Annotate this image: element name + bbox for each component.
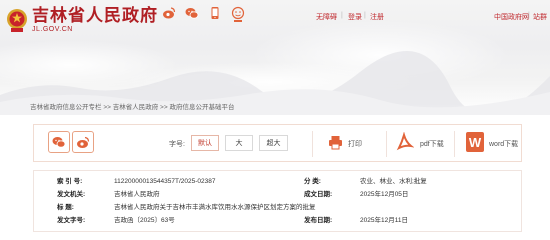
accessibility-link[interactable]: 无障碍 — [316, 12, 337, 22]
site-group-link[interactable]: 站群 — [533, 12, 547, 22]
toolbar-divider — [312, 131, 313, 157]
font-size-label: 字号: — [169, 141, 185, 148]
info-row: 标 题: 吉林省人民政府关于吉林市丰满水库饮用水水源保护区划定方案的批复 — [34, 202, 523, 213]
link-separator: | — [364, 12, 366, 19]
category-value: 农业、林业、水利;批复 — [360, 178, 427, 185]
mobile-icon[interactable] — [208, 6, 222, 20]
info-row: 索 引 号: 11220000013544357T/2025-02387 分 类… — [34, 176, 523, 187]
link-separator: | — [528, 12, 530, 19]
publish-date-label: 发布日期: — [304, 217, 333, 224]
title-value: 吉林省人民政府关于吉林市丰满水库饮用水水源保护区划定方案的批复 — [114, 204, 316, 211]
toolbar-divider — [386, 131, 387, 157]
issuer-value: 吉林省人民政府 — [114, 191, 160, 198]
publish-date-value: 2025年12月11日 — [360, 217, 408, 224]
pdf-download-button[interactable]: pdf下载 — [420, 139, 444, 149]
index-number-value: 11220000013544357T/2025-02387 — [114, 178, 216, 185]
wechat-icon[interactable] — [185, 6, 199, 20]
site-title: 吉林省人民政府 — [32, 6, 158, 26]
breadcrumb-separator: >> — [103, 104, 111, 111]
info-row: 发文字号: 吉政函〔2025〕63号 发布日期: 2025年12月11日 — [34, 215, 523, 226]
word-download-button[interactable]: word下载 — [489, 139, 518, 149]
weibo-icon — [77, 136, 90, 148]
breadcrumb-item[interactable]: 政府信息公开基础平台 — [169, 104, 234, 111]
print-icon[interactable] — [328, 135, 343, 150]
breadcrumb-item[interactable]: 吉林省人民政府 — [113, 104, 159, 111]
register-link[interactable]: 注册 — [370, 12, 384, 22]
font-size-default-button[interactable]: 默认 — [191, 135, 219, 151]
wechat-share-button[interactable] — [48, 131, 70, 153]
weibo-share-button[interactable] — [72, 131, 94, 153]
word-icon[interactable]: W — [466, 132, 484, 152]
document-toolbar: 字号: 默认 大 超大 打印 pdf下载 W word下载 — [33, 124, 522, 162]
china-gov-link[interactable]: 中国政府网 — [494, 12, 529, 22]
document-number-value: 吉政函〔2025〕63号 — [114, 217, 175, 224]
breadcrumb: 吉林省政府信息公开专栏 >> 吉林省人民政府 >> 政府信息公开基础平台 — [30, 101, 234, 111]
index-number-label: 索 引 号: — [57, 178, 83, 185]
document-info-table: 索 引 号: 11220000013544357T/2025-02387 分 类… — [33, 170, 522, 232]
font-size-large-button[interactable]: 大 — [225, 135, 253, 151]
toolbar-divider — [454, 131, 455, 157]
category-label: 分 类: — [304, 178, 321, 185]
login-link[interactable]: 登录 — [348, 12, 362, 22]
font-size-xlarge-button[interactable]: 超大 — [259, 135, 288, 151]
pdf-icon[interactable] — [396, 132, 414, 152]
title-label: 标 题: — [57, 204, 74, 211]
print-button[interactable]: 打印 — [348, 139, 362, 149]
site-logo[interactable]: 吉林省人民政府 JL.GOV.CN — [6, 7, 158, 33]
weibo-icon[interactable] — [162, 6, 176, 20]
breadcrumb-separator: >> — [160, 104, 168, 111]
breadcrumb-item[interactable]: 吉林省政府信息公开专栏 — [30, 104, 102, 111]
issuer-label: 发文机关: — [57, 191, 86, 198]
site-domain: JL.GOV.CN — [32, 26, 73, 33]
wechat-icon — [52, 137, 66, 148]
national-emblem-icon — [6, 7, 28, 33]
written-date-label: 成文日期: — [304, 191, 333, 198]
elderly-care-icon[interactable] — [231, 6, 245, 22]
document-number-label: 发文字号: — [57, 217, 86, 224]
link-separator: | — [341, 12, 343, 19]
written-date-value: 2025年12月05日 — [360, 191, 409, 198]
info-row: 发文机关: 吉林省人民政府 成文日期: 2025年12月05日 — [34, 189, 523, 200]
